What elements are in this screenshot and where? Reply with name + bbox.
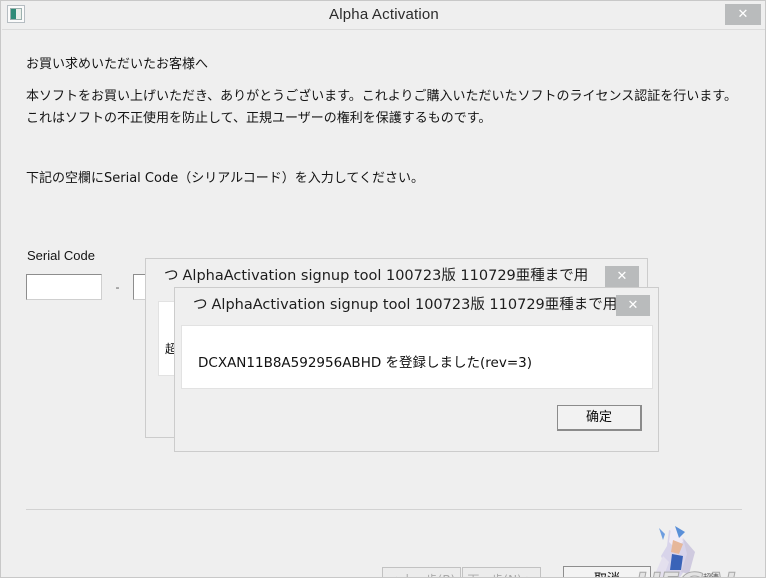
dialog-front-title-text: AlphaActivation signup tool 100723版 1107… [211, 297, 618, 313]
window-title: Alpha Activation [329, 6, 439, 23]
window-client-area: お買い求めいただいたお客様へ 本ソフトをお買い上げいただき、ありがとうございます… [2, 29, 765, 577]
serial-input-1[interactable] [26, 274, 102, 300]
dialog-front-message: DCXAN11B8A592956ABHD を登録しました(rev=3) [198, 355, 533, 371]
dialog-front-close-button[interactable]: ✕ [616, 295, 650, 316]
next-button[interactable]: 下一步(N) > [462, 567, 541, 577]
alpha-activation-window: Alpha Activation ✕ お買い求めいただいたお客様へ 本ソフトをお… [0, 0, 766, 578]
back-button[interactable]: < 上一步(B) [382, 567, 461, 577]
signup-tool-dialog-front: つ AlphaActivation signup tool 100723版 110… [174, 287, 659, 452]
dialog-front-swirl-icon: つ [193, 297, 208, 313]
dialog-front-ok-button[interactable]: 确定 [557, 405, 642, 431]
serial-separator: - [115, 280, 120, 294]
window-close-button[interactable]: ✕ [725, 4, 761, 25]
footer-button-row: < 上一步(B)下一步(N) > 取消 [382, 566, 651, 577]
dialog-front-title: つ AlphaActivation signup tool 100723版 110… [193, 288, 617, 323]
h5gal-tag-text: 超清 [703, 573, 719, 578]
dialog-front-message-area: DCXAN11B8A592956ABHD を登録しました(rev=3) [181, 325, 653, 389]
serial-code-label: Serial Code [27, 248, 95, 263]
h5gal-logo-text: H5GAL [635, 568, 745, 578]
dialog-back-title-text: AlphaActivation signup tool 100723版 1107… [182, 268, 589, 284]
window-titlebar: Alpha Activation ✕ [1, 1, 765, 29]
anime-character-icon [655, 526, 695, 577]
footer-divider [26, 509, 742, 510]
cancel-button[interactable]: 取消 [563, 566, 651, 577]
dialog-back-close-button[interactable]: ✕ [605, 266, 639, 287]
dialog-front-titlebar: つ AlphaActivation signup tool 100723版 110… [175, 288, 658, 323]
dialog-back-swirl-icon: つ [164, 268, 179, 284]
prompt-text: 下記の空欄にSerial Code（シリアルコード）を入力してください。 [26, 171, 425, 186]
body-text: 本ソフトをお買い上げいただき、ありがとうございます。これよりご購入いただいたソフ… [26, 89, 737, 126]
greeting-text: お買い求めいただいたお客様へ [26, 57, 209, 72]
